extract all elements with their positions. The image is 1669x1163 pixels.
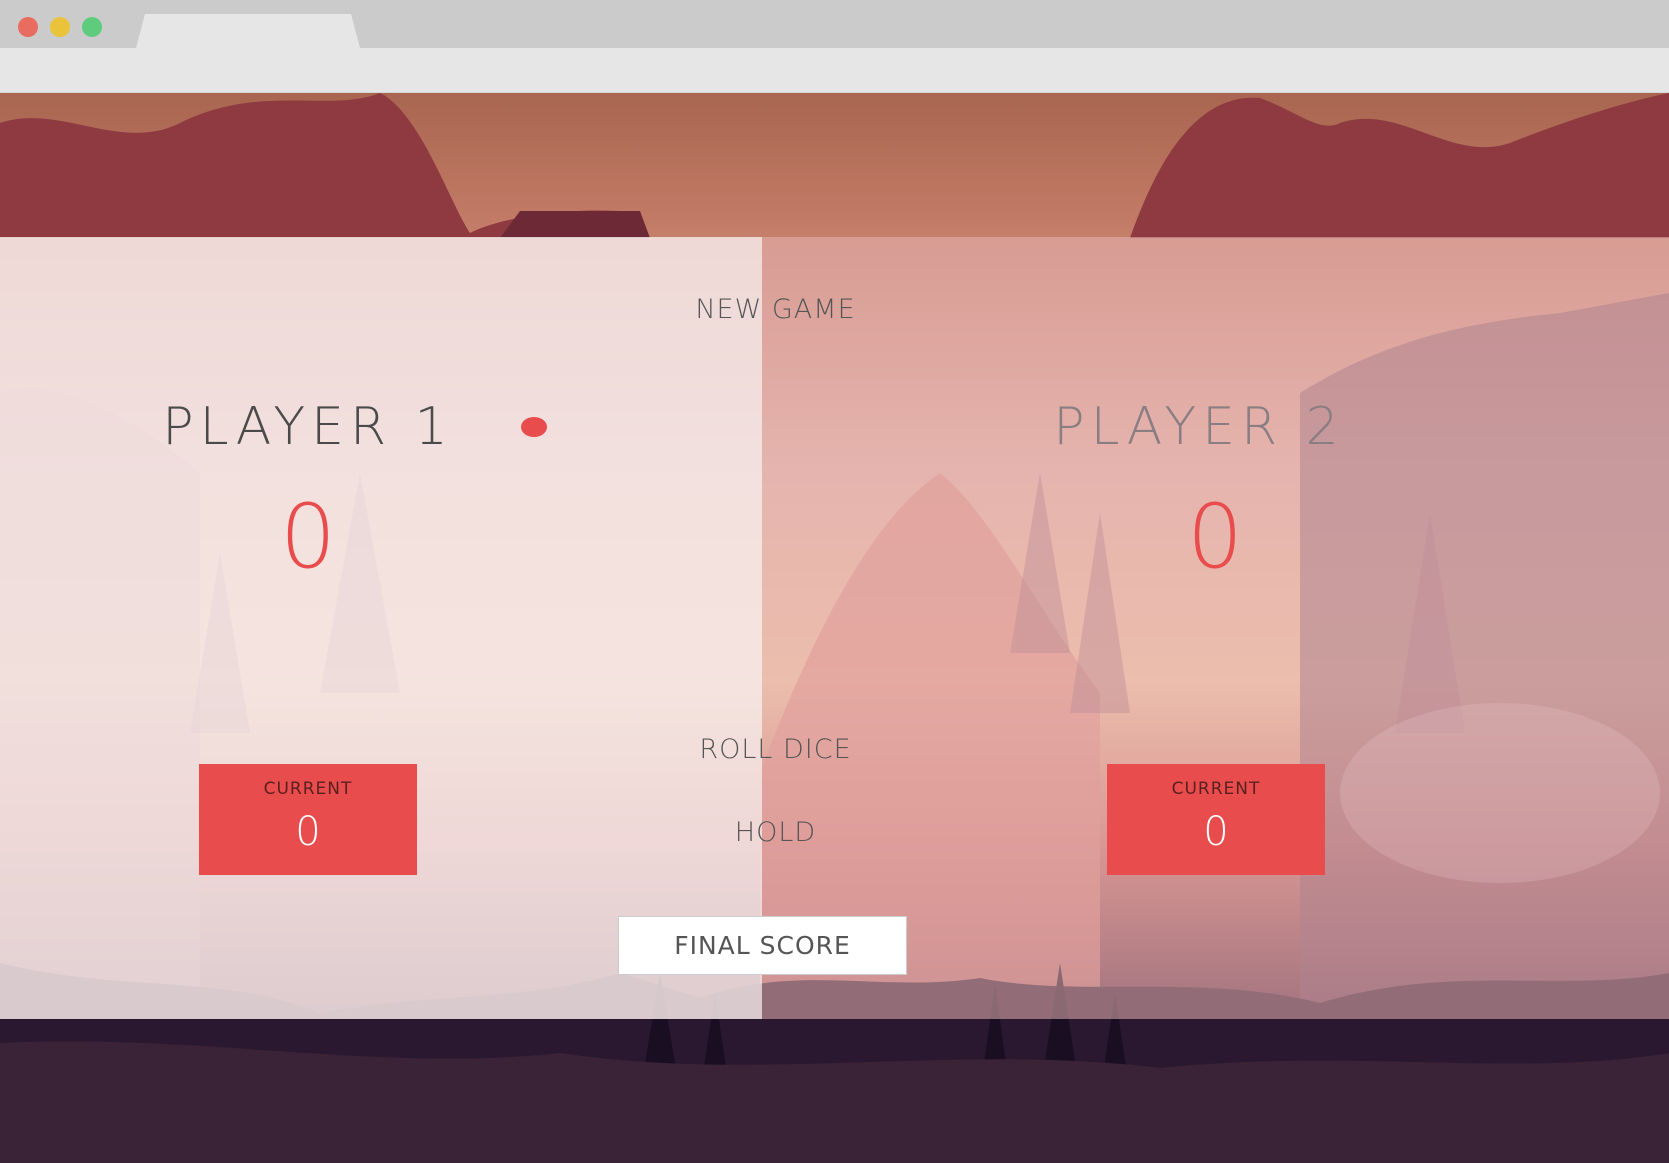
- player-1-name: PLAYER 1: [162, 397, 454, 457]
- player-1-panel: PLAYER 1 0 CURRENT 0: [0, 237, 762, 1019]
- maximize-window-icon[interactable]: [82, 17, 102, 37]
- player-2-current-label: CURRENT: [1171, 779, 1261, 799]
- player-1-score: 0: [158, 487, 458, 587]
- roll-dice-button[interactable]: ROLL DICE: [0, 734, 1551, 765]
- minimize-window-icon[interactable]: [50, 17, 70, 37]
- new-game-button[interactable]: NEW GAME: [0, 294, 1551, 325]
- player-2-score-value: 0: [1187, 485, 1243, 588]
- player-1-score-value: 0: [280, 485, 336, 588]
- browser-titlebar: [0, 0, 1669, 48]
- player-2-score: 0: [1065, 487, 1365, 587]
- close-window-icon[interactable]: [18, 17, 38, 37]
- player-2-name: PLAYER 2: [1053, 397, 1345, 457]
- hold-button[interactable]: HOLD: [0, 817, 1551, 848]
- final-score-input[interactable]: [618, 916, 907, 975]
- player-1-current-label: CURRENT: [263, 779, 353, 799]
- game-board: PLAYER 1 0 CURRENT 0 PLAYER 2 0 CURRENT …: [0, 237, 1669, 1019]
- browser-tab[interactable]: [136, 14, 360, 48]
- active-player-indicator: [521, 417, 547, 437]
- browser-toolbar: [0, 48, 1669, 93]
- player-2-panel: PLAYER 2 0 CURRENT 0: [762, 237, 1669, 1019]
